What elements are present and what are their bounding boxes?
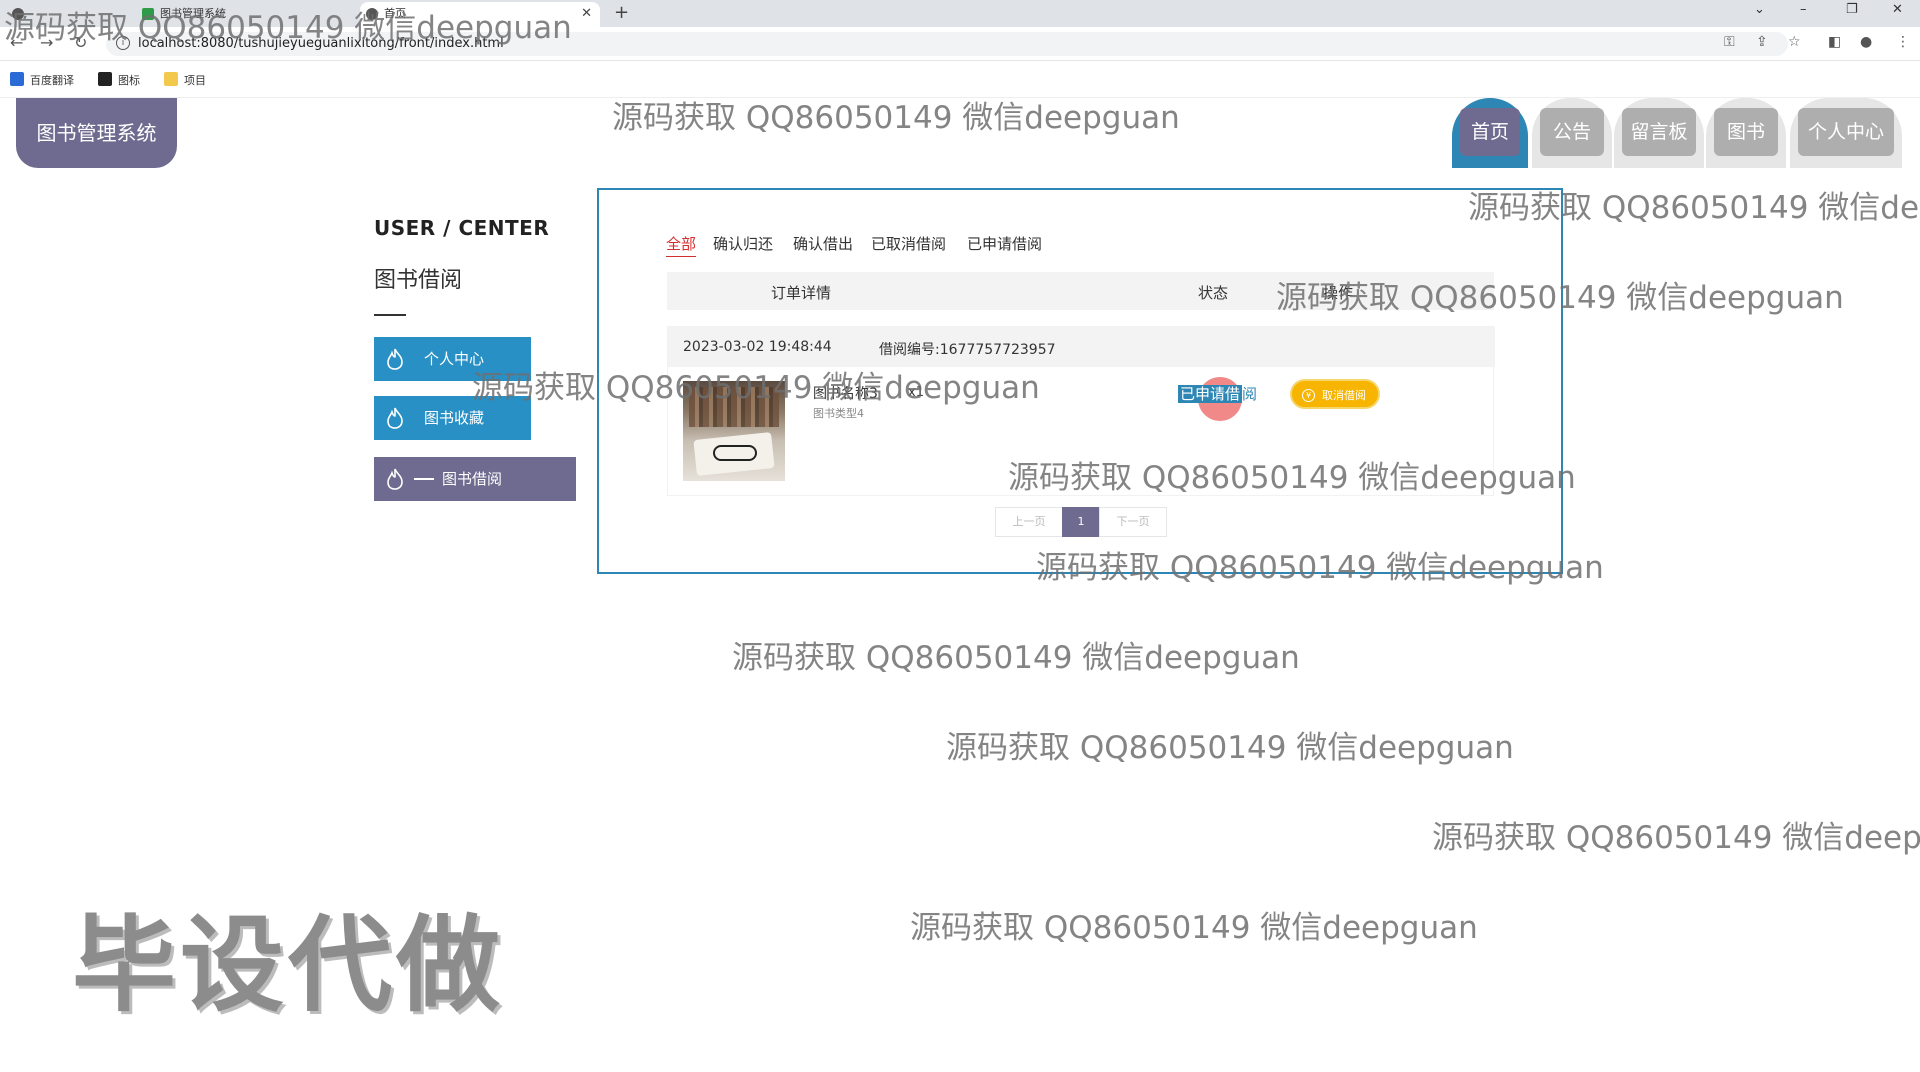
tab-applied[interactable]: 已申请借阅: [967, 233, 1042, 254]
nav-message-board[interactable]: 留言板: [1614, 98, 1704, 168]
tab-cancelled[interactable]: 已取消借阅: [871, 233, 946, 254]
nav-label: 图书: [1714, 108, 1778, 156]
order-number: 借阅编号:1677757723957: [879, 342, 1056, 358]
yen-icon: ¥: [1302, 389, 1315, 402]
watermark: 源码获取 QQ86050149 微信deepguan: [4, 10, 572, 46]
bookmark-label: 百度翻译: [30, 74, 74, 87]
sidepanel-icon[interactable]: ◧: [1828, 34, 1841, 50]
watermark: 源码获取 QQ86050149 微信deepguan: [910, 910, 1478, 946]
flame-icon: [387, 468, 403, 490]
new-tab-button[interactable]: +: [614, 2, 629, 23]
close-tab-icon[interactable]: ✕: [581, 2, 592, 26]
nav-label: 首页: [1460, 108, 1520, 156]
cancel-borrow-button[interactable]: ¥ 取消借阅: [1290, 379, 1380, 409]
divider: [374, 314, 406, 316]
order-header: 2023-03-02 19:48:44 借阅编号:1677757723957: [668, 327, 1495, 367]
nav-label: 留言板: [1622, 108, 1696, 156]
nav-books[interactable]: 图书: [1706, 98, 1786, 168]
share-icon[interactable]: ⇪: [1756, 34, 1768, 50]
nav-label: 个人中心: [1798, 108, 1894, 156]
book-type: 图书类型4: [813, 407, 864, 420]
bookmark-item[interactable]: 项目: [164, 72, 206, 88]
watermark: 源码获取 QQ86050149 微信deepguan: [1008, 460, 1576, 496]
cancel-borrow-label: 取消借阅: [1322, 389, 1366, 402]
section-subtitle: 图书借阅: [374, 268, 463, 293]
folder-icon: [164, 72, 178, 86]
flame-icon: [387, 407, 403, 429]
restore-icon[interactable]: ❐: [1846, 2, 1858, 17]
column-status: 状态: [1198, 284, 1229, 302]
tab-all[interactable]: 全部: [666, 233, 697, 257]
minimize-icon[interactable]: –: [1800, 2, 1807, 17]
tab-search-icon[interactable]: ⌄: [1754, 2, 1765, 17]
current-page-button[interactable]: 1: [1062, 507, 1100, 537]
watermark-large: 毕设代做: [72, 904, 505, 1026]
order-date: 2023-03-02 19:48:44: [683, 339, 832, 355]
bookmark-item[interactable]: 图标: [98, 72, 140, 88]
star-icon[interactable]: ☆: [1788, 34, 1801, 50]
menu-icon[interactable]: ⋮: [1896, 34, 1910, 50]
active-dash: [414, 478, 434, 480]
sidebar-item-label: 图书借阅: [442, 470, 503, 488]
watermark: 源码获取 QQ86050149 微信deepguan: [612, 100, 1180, 136]
watermark: 源码获取 QQ86050149 微信deepguan: [946, 730, 1514, 766]
status-rest: 阅: [1242, 385, 1258, 403]
order-status: 已申请借阅: [1178, 383, 1257, 404]
translate-icon: [10, 72, 24, 86]
flame-icon: [387, 348, 403, 370]
bookmark-label: 项目: [184, 74, 206, 87]
watermark: 源码获取 QQ86050149 微信deepguan: [1036, 550, 1604, 586]
bookmark-item[interactable]: 百度翻译: [10, 72, 74, 88]
nav-label: 公告: [1540, 108, 1604, 156]
tab-confirm-lend[interactable]: 确认借出: [793, 233, 853, 254]
nav-notice[interactable]: 公告: [1532, 98, 1612, 168]
prev-page-button[interactable]: 上一页: [995, 507, 1063, 537]
sidebar-item-borrow[interactable]: 图书借阅: [374, 457, 576, 501]
watermark: 源码获取 QQ86050149 微信deepguan: [1276, 280, 1844, 316]
key-icon[interactable]: ⚿: [1724, 34, 1735, 50]
image-icon: [98, 72, 112, 86]
watermark: 源码获取 QQ86050149 微信deepguan: [1468, 190, 1920, 226]
watermark: 源码获取 QQ86050149 微信deepguan: [472, 370, 1040, 406]
profile-icon[interactable]: ●: [1860, 34, 1872, 50]
watermark: 源码获取 QQ86050149 微信deepguan: [732, 640, 1300, 676]
tab-confirm-return[interactable]: 确认归还: [713, 233, 773, 254]
bookmark-label: 图标: [118, 74, 140, 87]
status-highlight: 已申请借: [1178, 385, 1243, 403]
nav-user-center[interactable]: 个人中心: [1790, 98, 1902, 168]
watermark: 源码获取 QQ86050149 微信deepguan: [1432, 820, 1920, 856]
site-logo[interactable]: 图书管理系统: [16, 98, 177, 168]
user-center-title: USER / CENTER: [374, 216, 550, 240]
nav-home[interactable]: 首页: [1452, 98, 1528, 168]
close-window-icon[interactable]: ✕: [1892, 2, 1903, 17]
column-detail: 订单详情: [771, 284, 832, 302]
next-page-button[interactable]: 下一页: [1099, 507, 1167, 537]
